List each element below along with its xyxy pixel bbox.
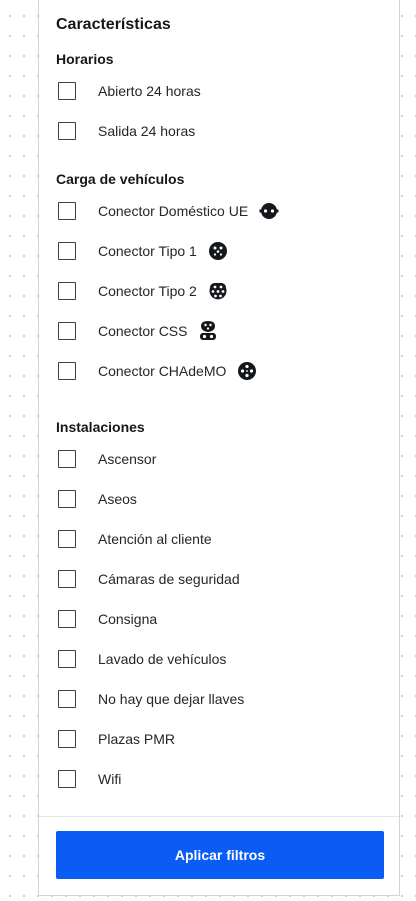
option-label: Conector CHAdeMO [98,363,227,379]
section-title-carga: Carga de vehículos [56,171,185,187]
checkbox[interactable] [58,282,76,300]
option-conector-css[interactable]: Conector CSS [58,320,378,342]
type2-plug-icon [207,280,229,302]
option-aseos[interactable]: Aseos [58,488,378,510]
checkbox[interactable] [58,770,76,788]
option-conector-chademo[interactable]: Conector CHAdeMO [58,360,378,382]
schuko-plug-icon [258,200,280,222]
option-camaras-seguridad[interactable]: Cámaras de seguridad [58,568,378,590]
apply-filters-button[interactable]: Aplicar filtros [56,831,384,879]
option-atencion-cliente[interactable]: Atención al cliente [58,528,378,550]
option-label: Cámaras de seguridad [98,571,240,587]
option-label: No hay que dejar llaves [98,691,245,707]
option-label: Wifi [98,771,122,787]
footer-divider [39,816,399,817]
option-label: Conector Doméstico UE [98,203,249,219]
option-abierto-24h[interactable]: Abierto 24 horas [58,80,378,102]
option-label: Lavado de vehículos [98,651,227,667]
filters-title: Características [56,16,171,33]
checkbox[interactable] [58,322,76,340]
checkbox[interactable] [58,202,76,220]
option-label: Plazas PMR [98,731,176,747]
ccs-plug-icon [197,320,219,342]
checkbox[interactable] [58,730,76,748]
option-wifi[interactable]: Wifi [58,768,378,790]
checkbox[interactable] [58,650,76,668]
option-label: Salida 24 horas [98,123,196,139]
checkbox[interactable] [58,490,76,508]
chademo-plug-icon [236,360,258,382]
section-title-horarios: Horarios [56,51,114,67]
checkbox[interactable] [58,122,76,140]
checkbox[interactable] [58,610,76,628]
option-label: Consigna [98,611,158,627]
option-conector-tipo1[interactable]: Conector Tipo 1 [58,240,378,262]
option-label: Conector Tipo 2 [98,283,197,299]
option-plazas-pmr[interactable]: Plazas PMR [58,728,378,750]
option-ascensor[interactable]: Ascensor [58,448,378,470]
option-label: Ascensor [98,451,157,467]
checkbox[interactable] [58,450,76,468]
option-label: Aseos [98,491,137,507]
checkbox[interactable] [58,570,76,588]
checkbox[interactable] [58,530,76,548]
option-label: Abierto 24 horas [98,83,201,99]
option-label: Conector CSS [98,323,188,339]
option-no-dejar-llaves[interactable]: No hay que dejar llaves [58,688,378,710]
type1-plug-icon [207,240,229,262]
option-salida-24h[interactable]: Salida 24 horas [58,120,378,142]
checkbox[interactable] [58,690,76,708]
option-lavado-vehiculos[interactable]: Lavado de vehículos [58,648,378,670]
option-conector-domestico[interactable]: Conector Doméstico UE [58,200,378,222]
checkbox[interactable] [58,82,76,100]
option-label: Conector Tipo 1 [98,243,197,259]
option-consigna[interactable]: Consigna [58,608,378,630]
option-conector-tipo2[interactable]: Conector Tipo 2 [58,280,378,302]
option-label: Atención al cliente [98,531,212,547]
section-title-instalaciones: Instalaciones [56,419,145,435]
checkbox[interactable] [58,242,76,260]
filters-panel: Características Horarios Abierto 24 hora… [38,0,400,896]
checkbox[interactable] [58,362,76,380]
